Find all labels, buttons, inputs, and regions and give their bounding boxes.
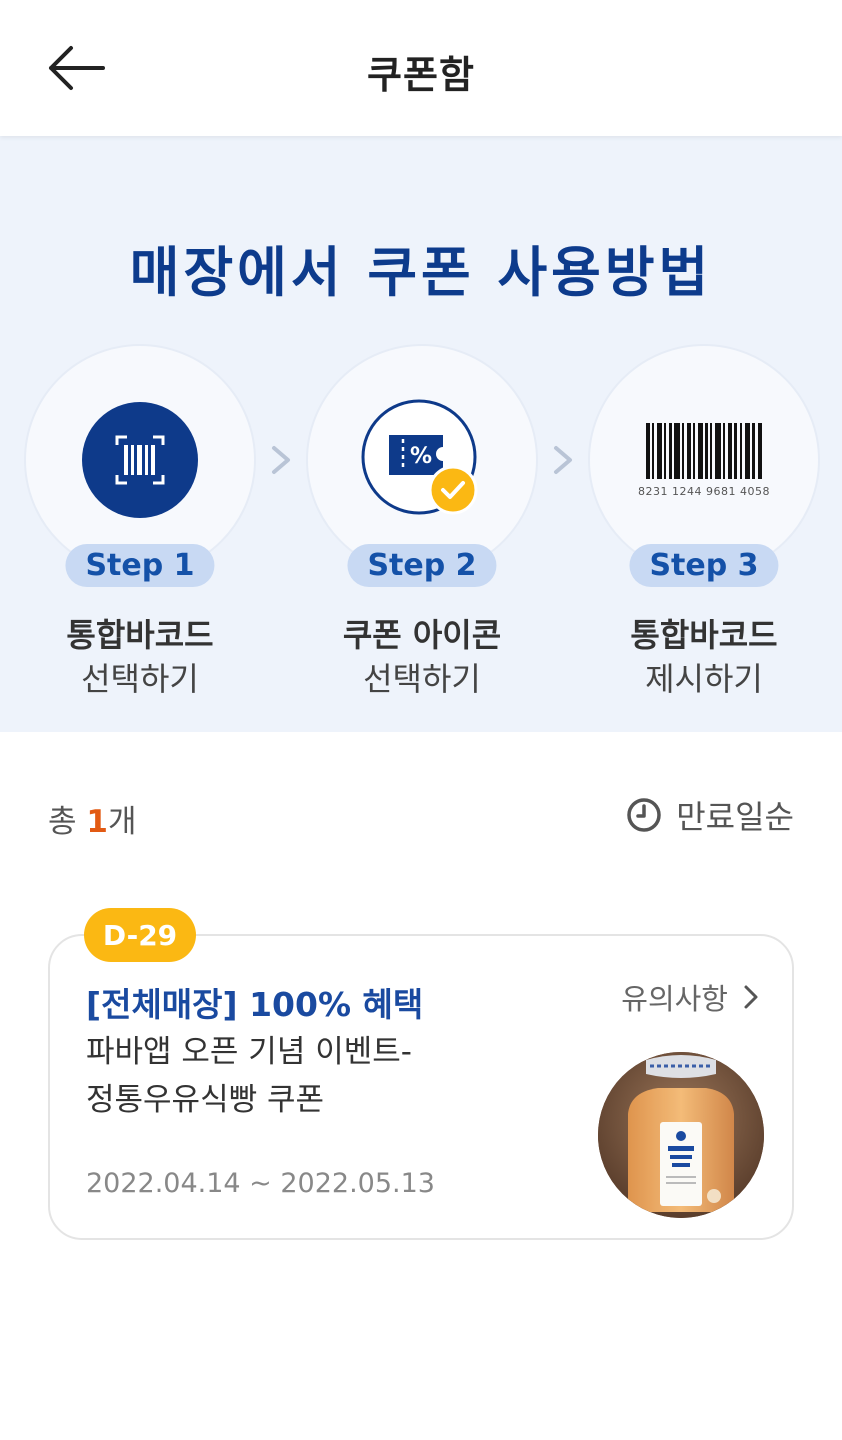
coupon-count: 총 1개 xyxy=(48,796,136,841)
coupon-description-line-1: 파바앱 오픈 기념 이벤트- xyxy=(86,1034,412,1070)
barcode-scan-icon xyxy=(82,402,198,518)
barcode-number: 8231 1244 9681 4058 xyxy=(638,484,770,498)
notice-label: 유의사항 xyxy=(621,982,728,1016)
notice-button[interactable]: 유의사항 xyxy=(621,976,760,1018)
guide-step-1: Step 1 통합바코드 선택하기 xyxy=(24,344,256,704)
guide-step-3: 8231 1244 9681 4058 Step 3 통합바코드 제시하기 xyxy=(588,344,820,704)
step-1-subtitle: 선택하기 xyxy=(81,660,199,698)
app-header: 쿠폰함 xyxy=(0,0,842,136)
step-3-circle: 8231 1244 9681 4058 xyxy=(588,344,820,576)
coupon-card[interactable]: [전체매장] 100% 혜택 파바앱 오픈 기념 이벤트- 정통우유식빵 쿠폰 … xyxy=(48,934,794,1240)
dday-badge: D-29 xyxy=(84,908,196,962)
step-3-badge: Step 3 xyxy=(629,544,779,587)
coupon-period: 2022.04.14 ~ 2022.05.13 xyxy=(86,1168,435,1199)
svg-text:%: % xyxy=(410,444,432,469)
step-2-subtitle: 선택하기 xyxy=(363,660,481,698)
count-suffix: 개 xyxy=(107,804,137,840)
chevron-right-icon xyxy=(272,446,290,474)
bread-product-image xyxy=(598,1052,764,1218)
coupon-description: 파바앱 오픈 기념 이벤트- 정통우유식빵 쿠폰 xyxy=(86,1028,506,1124)
coupon-description-line-2: 정통우유식빵 쿠폰 xyxy=(86,1082,325,1118)
chevron-right-icon xyxy=(554,446,572,474)
step-1-circle xyxy=(24,344,256,576)
chevron-right-icon xyxy=(744,985,758,1009)
step-2-title: 쿠폰 아이콘 xyxy=(342,616,502,654)
coupon-title: [전체매장] 100% 혜택 xyxy=(86,985,424,1024)
guide-step-2: % Step 2 쿠폰 아이콘 선택하기 xyxy=(306,344,538,704)
step-2-circle: % xyxy=(306,344,538,576)
step-3-subtitle: 제시하기 xyxy=(645,660,763,698)
step-1-title: 통합바코드 xyxy=(66,616,214,654)
coupon-list-toolbar: 총 1개 만료일순 xyxy=(48,792,794,842)
page-title: 쿠폰함 xyxy=(367,53,475,97)
count-prefix: 총 xyxy=(48,804,87,840)
sort-label: 만료일순 xyxy=(676,798,794,836)
barcode-icon xyxy=(646,422,762,479)
step-1-badge: Step 1 xyxy=(65,544,215,587)
sort-button[interactable]: 만료일순 xyxy=(626,792,794,838)
step-3-title: 통합바코드 xyxy=(630,616,778,654)
guide-title: 매장에서 쿠폰 사용방법 xyxy=(129,241,713,304)
coupon-check-icon: % xyxy=(361,399,478,515)
count-number: 1 xyxy=(86,804,108,840)
product-image xyxy=(598,1052,764,1218)
clock-icon xyxy=(627,798,661,832)
step-2-badge: Step 2 xyxy=(347,544,497,587)
coupon-usage-guide: 매장에서 쿠폰 사용방법 Step 1 통합바코드 선택하기 % Step 2 … xyxy=(0,136,842,732)
